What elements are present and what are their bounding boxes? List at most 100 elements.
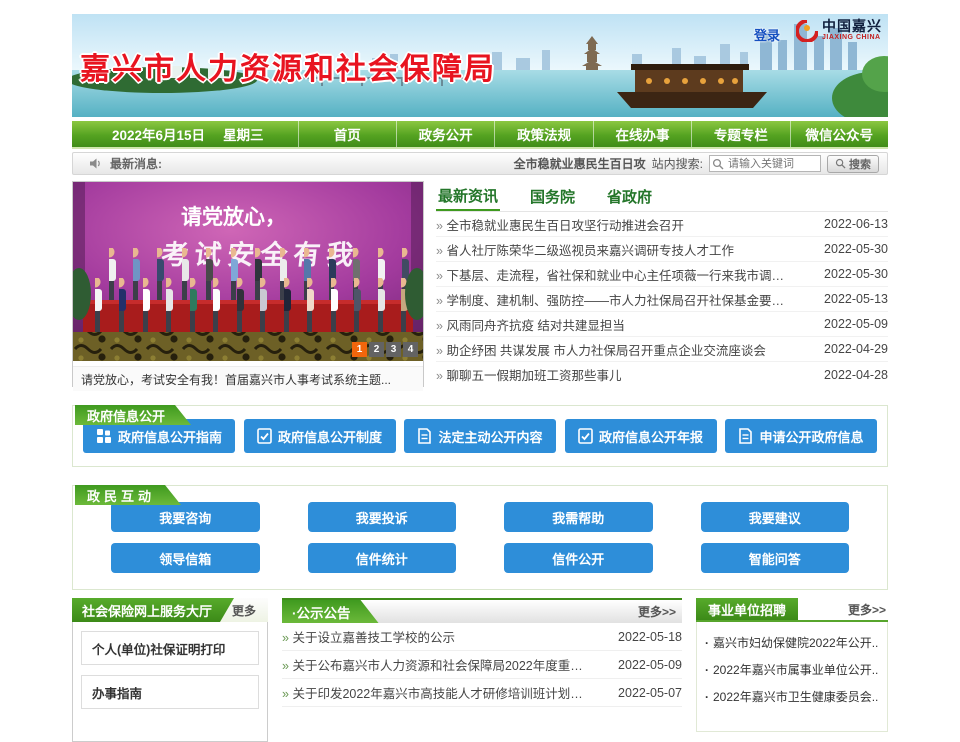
news-date: 2022-05-09: [816, 317, 888, 331]
doc-check-icon: [257, 428, 272, 444]
news-row: 下基层、走流程，省社保和就业中心主任项薇一行来我市调研“国统”上线情况 2022…: [436, 262, 888, 287]
notice-date: 2022-05-07: [610, 686, 682, 700]
nav-item-policies[interactable]: 政策法规: [494, 121, 592, 147]
nav-item-special-topics[interactable]: 专题专栏: [691, 121, 789, 147]
news-link[interactable]: 风雨同舟齐抗疫 结对共建显担当: [436, 315, 625, 334]
gov-info-system-button[interactable]: 政府信息公开制度: [244, 419, 396, 453]
campaign-text: 全市稳就业惠民生百日攻: [514, 155, 646, 172]
search-button[interactable]: 搜索: [827, 155, 879, 173]
letter-disclosure-button[interactable]: 信件公开: [504, 543, 653, 573]
carousel-page-2[interactable]: 2: [369, 342, 384, 357]
gov-button-label: 政府信息公开指南: [118, 427, 222, 446]
news-date: 2022-05-13: [816, 292, 888, 306]
carousel-pager: 1 2 3 4: [352, 342, 418, 357]
consult-button[interactable]: 我要咨询: [111, 502, 260, 532]
book-icon: [738, 428, 753, 444]
notice-row: 关于印发2022年嘉兴市高技能人才研修培训班计划的通知 2022-05-07: [282, 679, 682, 707]
site-title: 嘉兴市人力资源和社会保障局: [80, 44, 496, 88]
recruitment-link[interactable]: 嘉兴市妇幼保健院2022年公开...: [705, 629, 879, 656]
social-security-more-link[interactable]: 更多: [220, 598, 268, 622]
search-button-label: 搜索: [849, 156, 871, 172]
news-date: 2022-06-13: [816, 217, 888, 231]
gov-info-section: 政府信息公开 政府信息公开指南 政府信息公开制度: [72, 405, 888, 467]
recruitment-title: 事业单位招聘: [696, 598, 798, 620]
logo-text-en: JIAXING CHINA: [822, 34, 882, 42]
news-row: 助企纾困 共谋发展 市人力社保局召开重点企业交流座谈会 2022-04-29: [436, 337, 888, 362]
speaker-icon: [89, 157, 102, 170]
bottom-section: 社会保险网上服务大厅 更多 个人(单位)社保证明打印 办事指南 ·公示公告 更多…: [72, 598, 888, 742]
news-row: 省人社厅陈荣华二级巡视员来嘉兴调研专技人才工作 2022-05-30: [436, 237, 888, 262]
notice-link[interactable]: 关于印发2022年嘉兴市高技能人才研修培训班计划的通知: [282, 683, 592, 702]
news-link[interactable]: 下基层、走流程，省社保和就业中心主任项薇一行来我市调研“国统”上线情况: [436, 265, 786, 284]
news-date: 2022-05-30: [816, 267, 888, 281]
book-icon: [417, 428, 432, 444]
page-container: 嘉兴市人力资源和社会保障局 登录 中国嘉兴 JIAXING CHINA 2022…: [72, 0, 888, 742]
interaction-box: 我要咨询 我要投诉 我需帮助 我要建议 领导信箱 信件统计 信件公开 智能问答: [72, 485, 888, 590]
news-ticker-bar: 最新消息: 全市稳就业惠民生百日攻 站内搜索: 搜索: [72, 152, 888, 175]
gov-button-label: 法定主动公开内容: [438, 427, 542, 446]
news-link[interactable]: 全市稳就业惠民生百日攻坚行动推进会召开: [436, 215, 684, 234]
suggestion-button[interactable]: 我要建议: [701, 502, 850, 532]
news-link[interactable]: 助企纾困 共谋发展 市人力社保局召开重点企业交流座谈会: [436, 340, 766, 359]
gov-button-label: 政府信息公开年报: [599, 427, 703, 446]
carousel-page-1[interactable]: 1: [352, 342, 367, 357]
nav-item-gov-affairs[interactable]: 政务公开: [396, 121, 494, 147]
social-security-box: 个人(单位)社保证明打印 办事指南: [72, 622, 268, 742]
site-search-label: 站内搜索:: [652, 155, 703, 172]
recruitment-header: 事业单位招聘 更多>>: [696, 598, 888, 622]
gov-button-label: 申请公开政府信息: [759, 427, 863, 446]
weekday-text: 星期三: [223, 124, 264, 144]
grid-icon: [96, 428, 112, 444]
notices-title: ·公示公告: [282, 600, 379, 623]
letter-stats-button[interactable]: 信件统计: [308, 543, 457, 573]
photo-stage-table-top: [83, 300, 413, 304]
news-link[interactable]: 省人社厅陈荣华二级巡视员来嘉兴调研专技人才工作: [436, 240, 734, 259]
nav-item-home[interactable]: 首页: [298, 121, 396, 147]
search-input[interactable]: [709, 155, 821, 172]
carousel-caption[interactable]: 请党放心，考试安全有我！首届嘉兴市人事考试系统主题...: [73, 366, 423, 391]
carousel-page-3[interactable]: 3: [386, 342, 401, 357]
notices-more-link[interactable]: 更多>>: [638, 600, 682, 623]
gov-info-statutory-button[interactable]: 法定主动公开内容: [404, 419, 556, 453]
news-row: 学制度、建机制、强防控——市人力社保局召开社保基金要情专题学习会 2022-05…: [436, 287, 888, 312]
photo-stage-table: [83, 300, 413, 334]
photo-carousel[interactable]: 请党放心， 考试安全有我: [72, 181, 424, 387]
gov-info-request-button[interactable]: 申请公开政府信息: [725, 419, 877, 453]
recruitment-column: 事业单位招聘 更多>> 嘉兴市妇幼保健院2022年公开... 2022年嘉兴市属…: [696, 598, 888, 742]
login-link[interactable]: 登录: [754, 25, 780, 44]
recruitment-more-link[interactable]: 更多>>: [848, 598, 888, 620]
notice-date: 2022-05-09: [610, 658, 682, 672]
jiaxing-logo: 中国嘉兴 JIAXING CHINA: [796, 19, 882, 42]
recruitment-link[interactable]: 2022年嘉兴市卫生健康委员会...: [705, 683, 879, 710]
tab-latest-news[interactable]: 最新资讯: [436, 181, 500, 211]
carousel-page-4[interactable]: 4: [403, 342, 418, 357]
logo-text-cn: 中国嘉兴: [822, 19, 882, 34]
notice-link[interactable]: 关于公布嘉兴市人力资源和社会保障局2022年度重大行政决策事...: [282, 655, 592, 674]
ss-item-certificate-print[interactable]: 个人(单位)社保证明打印: [81, 631, 259, 665]
news-link[interactable]: 学制度、建机制、强防控——市人力社保局召开社保基金要情专题学习会: [436, 290, 786, 309]
jiaxing-logo-icon: [796, 20, 818, 42]
social-security-title: 社会保险网上服务大厅: [72, 598, 220, 622]
ss-item-service-guide[interactable]: 办事指南: [81, 675, 259, 709]
nav-item-online-services[interactable]: 在线办事: [593, 121, 691, 147]
news-date: 2022-04-29: [816, 342, 888, 356]
search-icon: [712, 158, 724, 170]
recruitment-link[interactable]: 2022年嘉兴市属事业单位公开...: [705, 656, 879, 683]
gov-info-annual-report-button[interactable]: 政府信息公开年报: [565, 419, 717, 453]
tab-state-council[interactable]: 国务院: [528, 181, 577, 211]
search-button-icon: [835, 158, 846, 169]
smart-qa-button[interactable]: 智能问答: [701, 543, 850, 573]
tab-provincial-gov[interactable]: 省政府: [605, 181, 654, 211]
news-tabs: 最新资讯 国务院 省政府: [436, 181, 888, 212]
notice-link[interactable]: 关于设立嘉善技工学校的公示: [282, 627, 455, 646]
nav-item-wechat[interactable]: 微信公众号: [790, 121, 888, 147]
photo-slogan-line1: 请党放心，: [181, 205, 286, 229]
need-help-button[interactable]: 我需帮助: [504, 502, 653, 532]
complaint-button[interactable]: 我要投诉: [308, 502, 457, 532]
news-link[interactable]: 聊聊五一假期加班工资那些事儿: [436, 365, 621, 384]
notice-row: 关于设立嘉善技工学校的公示 2022-05-18: [282, 623, 682, 651]
leader-mailbox-button[interactable]: 领导信箱: [111, 543, 260, 573]
gov-info-box: 政府信息公开指南 政府信息公开制度 法定主动公开内容: [72, 405, 888, 467]
gov-info-section-title: 政府信息公开: [75, 405, 191, 425]
main-content: 请党放心， 考试安全有我: [72, 181, 888, 387]
